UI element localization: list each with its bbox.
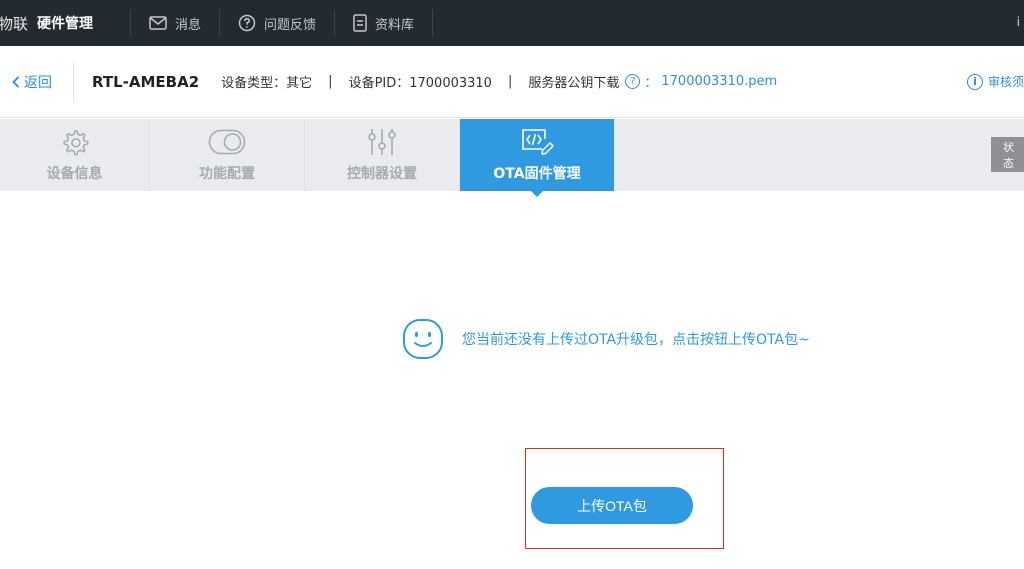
nav-item-messages[interactable]: 消息 xyxy=(131,0,219,46)
mail-icon xyxy=(149,16,167,30)
nav-item-label: 消息 xyxy=(175,17,202,33)
brand-title: 硬件管理 xyxy=(37,16,94,32)
nav-item-label: 资料库 xyxy=(375,17,415,33)
top-navigation: 物联 硬件管理 消息 问题反馈 资料库 i xyxy=(0,0,1024,46)
separator: | xyxy=(507,74,513,89)
server-key-colon: ： xyxy=(644,76,658,91)
top-right-glyph[interactable]: i xyxy=(1017,15,1020,29)
nav-item-feedback[interactable]: 问题反馈 xyxy=(220,0,334,46)
nav-item-library[interactable]: 资料库 xyxy=(335,0,432,46)
question-circle-icon xyxy=(238,14,256,32)
device-type: 设备类型：其它 xyxy=(221,76,313,91)
device-info-bar: 返回 RTL-AMEBA2 设备类型：其它 | 设备PID：1700003310… xyxy=(0,46,1024,118)
device-pid: 设备PID：1700003310 xyxy=(348,76,492,91)
audit-label: 审核须 xyxy=(987,75,1024,89)
back-label: 返回 xyxy=(24,74,52,91)
brand[interactable]: 物联 硬件管理 xyxy=(0,0,93,46)
smiley-icon xyxy=(403,319,443,359)
tab-label: 设备信息 xyxy=(46,166,103,182)
toggle-icon xyxy=(208,129,246,155)
tab-controller-settings[interactable]: 控制器设置 xyxy=(305,119,460,191)
tab-label: 控制器设置 xyxy=(347,166,417,182)
info-icon: i xyxy=(966,73,983,90)
chevron-left-icon xyxy=(12,75,20,88)
server-key-download-link[interactable]: 1700003310.pem xyxy=(661,74,777,89)
nav-divider xyxy=(432,9,434,37)
gear-icon xyxy=(62,130,88,156)
back-button[interactable]: 返回 xyxy=(0,61,74,102)
tab-function-config[interactable]: 功能配置 xyxy=(150,119,305,191)
separator: | xyxy=(328,74,333,89)
status-button[interactable]: 状态 xyxy=(991,137,1024,172)
code-edit-icon xyxy=(522,129,554,155)
help-icon[interactable]: ? xyxy=(625,74,641,89)
upload-ota-button[interactable]: 上传OTA包 xyxy=(531,487,693,524)
brand-prefix: 物联 xyxy=(0,14,29,33)
tab-device-info[interactable]: 设备信息 xyxy=(0,119,150,191)
server-key-label: 服务器公钥下载 xyxy=(528,76,620,91)
tab-label: 功能配置 xyxy=(199,166,255,182)
tab-ota-firmware[interactable]: OTA固件管理 xyxy=(460,119,614,197)
tab-label: OTA固件管理 xyxy=(493,166,581,182)
document-icon xyxy=(353,14,367,32)
empty-message: 您当前还没有上传过OTA升级包，点击按钮上传OTA包~ xyxy=(462,332,810,348)
empty-state: 您当前还没有上传过OTA升级包，点击按钮上传OTA包~ xyxy=(402,318,810,360)
device-name: RTL-AMEBA2 xyxy=(92,72,200,91)
sliders-icon xyxy=(368,129,396,155)
nav-item-label: 问题反馈 xyxy=(264,17,317,33)
audit-notice-link[interactable]: i 审核须 xyxy=(966,73,1024,90)
tab-bar: 设备信息 功能配置 控制器设置 OTA固件管理 状态 xyxy=(0,119,1024,197)
